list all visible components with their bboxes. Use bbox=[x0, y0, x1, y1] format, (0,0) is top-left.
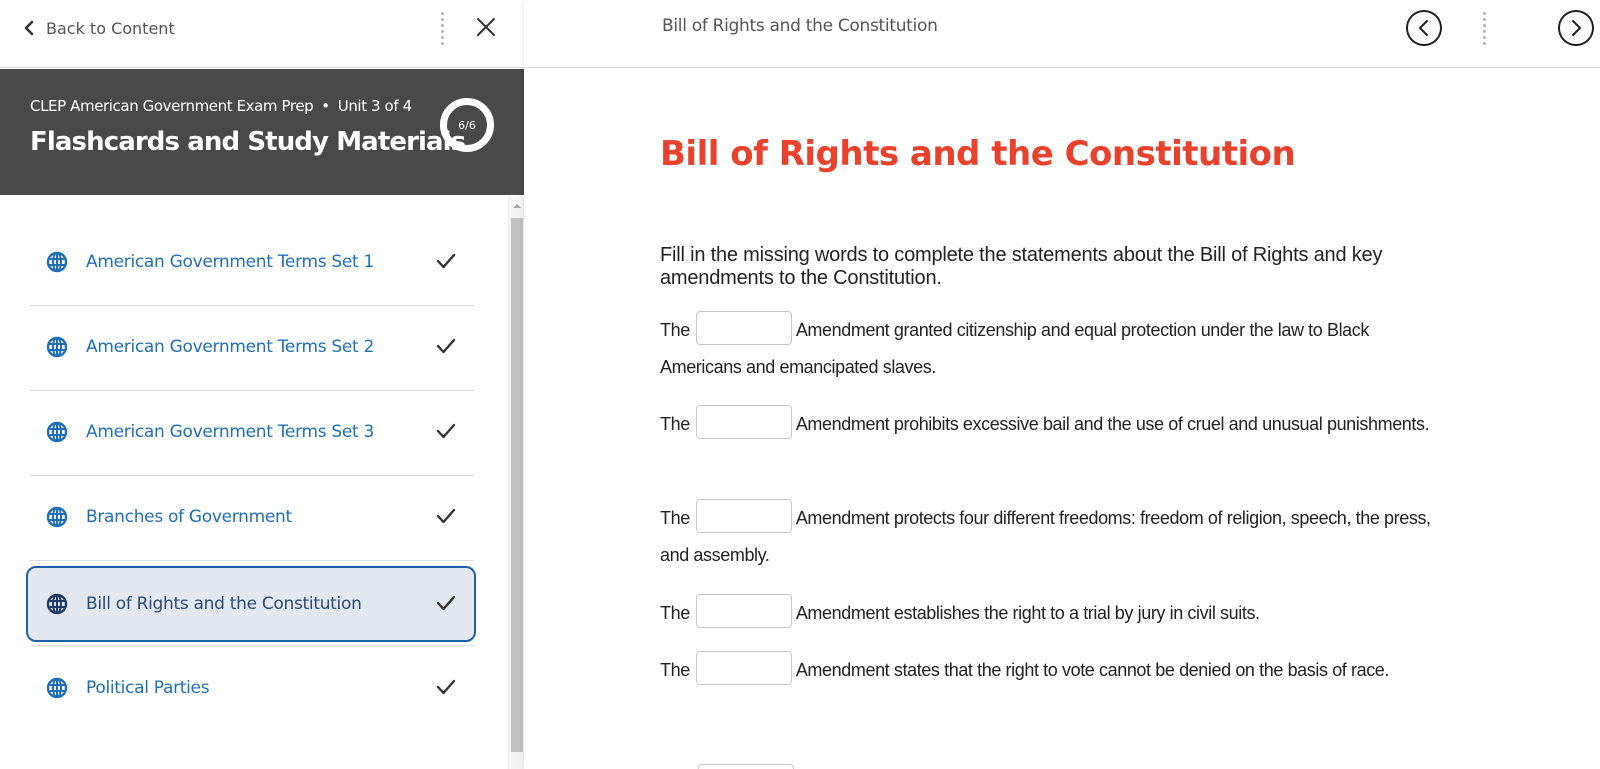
checkmark-icon bbox=[436, 679, 456, 695]
unit-header: CLEP American Government Exam Prep • Unit … bbox=[0, 69, 524, 195]
sidebar-item-american-government-terms-set-2[interactable]: American Government Terms Set 2 bbox=[26, 309, 476, 385]
arrow-up-icon bbox=[513, 204, 521, 208]
chevron-left-icon bbox=[24, 20, 34, 36]
checkmark-icon bbox=[436, 508, 456, 524]
sidebar-item-label: Bill of Rights and the Constitution bbox=[86, 594, 362, 614]
sidebar-item-label: American Government Terms Set 2 bbox=[86, 337, 375, 357]
content-topbar: Bill of Rights and the Constitution bbox=[524, 0, 1600, 68]
content-menu-button[interactable] bbox=[1476, 10, 1492, 46]
divider bbox=[30, 305, 474, 306]
question-3: The Amendment protects four different fre… bbox=[660, 499, 1440, 574]
sidebar-item-branches-of-government[interactable]: Branches of Government bbox=[26, 479, 476, 555]
topic-title: Bill of Rights and the Constitution bbox=[662, 16, 938, 36]
answer-input-4[interactable] bbox=[695, 594, 792, 629]
scroll-thumb[interactable] bbox=[511, 218, 523, 752]
instructions: Fill in the missing words to complete th… bbox=[660, 244, 1383, 289]
question-5: The Amendment states that the right to vo… bbox=[660, 651, 1440, 689]
outline-panel: Back to Content CLEP American Government… bbox=[0, 0, 524, 769]
close-icon bbox=[477, 18, 495, 36]
progress-text: 6/6 bbox=[458, 118, 476, 132]
question-prefix: The bbox=[660, 603, 690, 623]
course-name: CLEP American Government Exam Prep bbox=[30, 97, 314, 115]
sidebar-item-label: American Government Terms Set 3 bbox=[86, 422, 375, 442]
divider bbox=[30, 390, 474, 391]
globe-icon bbox=[46, 251, 68, 273]
chevron-right-icon bbox=[1572, 20, 1581, 36]
globe-icon bbox=[46, 593, 68, 615]
scroll-up-button[interactable] bbox=[509, 198, 525, 214]
question-prefix: The bbox=[660, 508, 690, 528]
kebab-icon bbox=[1482, 11, 1486, 45]
outline-topbar: Back to Content bbox=[0, 0, 524, 68]
answer-input-1[interactable] bbox=[695, 311, 792, 346]
unit-breadcrumb: CLEP American Government Exam Prep • Unit … bbox=[30, 97, 412, 115]
next-topic-button[interactable] bbox=[1558, 10, 1594, 46]
question-prefix: The bbox=[660, 414, 690, 434]
answer-input-2[interactable] bbox=[695, 405, 792, 440]
back-to-content-link[interactable]: Back to Content bbox=[24, 16, 175, 40]
sidebar-item-label: Political Parties bbox=[86, 678, 210, 698]
progress-ring: 6/6 bbox=[440, 98, 494, 152]
outline-menu-button[interactable] bbox=[434, 10, 450, 46]
close-button[interactable] bbox=[472, 13, 500, 41]
breadcrumb-separator: • bbox=[321, 97, 330, 115]
question-2: The Amendment prohibits excessive bail an… bbox=[660, 405, 1440, 443]
outline-list: American Government Terms Set 1 American… bbox=[0, 196, 508, 769]
question-1: The Amendment granted citizenship and equ… bbox=[660, 311, 1440, 386]
question-4: The Amendment establishes the right to a … bbox=[660, 594, 1440, 632]
question-prefix: The bbox=[660, 320, 690, 340]
checkmark-icon bbox=[436, 253, 456, 269]
unit-title: Flashcards and Study Materials bbox=[30, 127, 466, 157]
sidebar-item-american-government-terms-set-1[interactable]: American Government Terms Set 1 bbox=[26, 224, 476, 300]
divider bbox=[30, 645, 474, 646]
divider bbox=[30, 475, 474, 476]
content-title: Bill of Rights and the Constitution bbox=[660, 134, 1296, 174]
unit-number: Unit 3 of 4 bbox=[337, 97, 412, 115]
sidebar-item-label: Branches of Government bbox=[86, 507, 292, 527]
answer-input-5[interactable] bbox=[695, 651, 792, 686]
outline-scrollbar[interactable] bbox=[508, 196, 524, 769]
kebab-icon bbox=[440, 11, 444, 45]
checkmark-icon bbox=[436, 423, 456, 439]
globe-icon bbox=[46, 677, 68, 699]
back-to-content-label: Back to Content bbox=[46, 18, 175, 38]
divider bbox=[30, 560, 474, 561]
question-suffix: Amendment prohibits excessive bail and t… bbox=[795, 414, 1430, 434]
chevron-left-icon bbox=[1419, 20, 1428, 36]
sidebar-item-label: American Government Terms Set 1 bbox=[86, 252, 375, 272]
globe-icon bbox=[46, 421, 68, 443]
previous-topic-button[interactable] bbox=[1406, 10, 1442, 46]
question-suffix: Amendment states that the right to vote … bbox=[795, 660, 1390, 680]
answer-input-3[interactable] bbox=[695, 499, 792, 534]
question-suffix: Amendment establishes the right to a tri… bbox=[795, 603, 1260, 623]
sidebar-item-political-parties[interactable]: Political Parties bbox=[26, 650, 476, 726]
content-panel: Bill of Rights and the Constitution Bill… bbox=[524, 0, 1600, 769]
globe-icon bbox=[46, 506, 68, 528]
sidebar-item-american-government-terms-set-3[interactable]: American Government Terms Set 3 bbox=[26, 394, 476, 470]
question-prefix: The bbox=[660, 660, 690, 680]
globe-icon bbox=[46, 336, 68, 358]
checkmark-icon bbox=[436, 338, 456, 354]
checkmark-icon bbox=[436, 595, 456, 611]
answer-input-6-partial[interactable] bbox=[698, 764, 794, 769]
sidebar-item-bill-of-rights-and-the-constitution[interactable]: Bill of Rights and the Constitution bbox=[26, 566, 476, 642]
